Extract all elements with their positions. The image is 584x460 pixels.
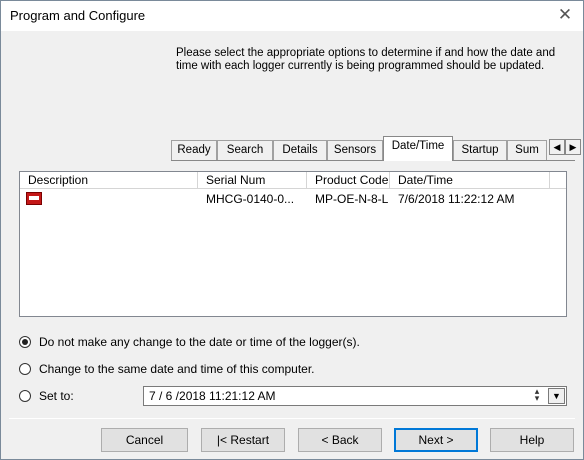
- cell-product-code: MP-OE-N-8-L: [315, 192, 389, 206]
- spin-icon[interactable]: ▴ ▾: [530, 387, 544, 404]
- tab-scroll-right-icon[interactable]: ▶: [565, 139, 581, 155]
- option-same-as-computer-label: Change to the same date and time of this…: [39, 362, 315, 376]
- set-to-datetime-picker[interactable]: 7 / 6 /2018 11:21:12 AM ▴ ▾ ▼: [143, 386, 567, 406]
- program-configure-dialog: Program and Configure ✕ Please select th…: [0, 0, 584, 460]
- column-product-code[interactable]: Product Code: [307, 172, 390, 189]
- separator: [9, 418, 575, 419]
- option-set-to-label: Set to:: [39, 389, 74, 403]
- chevron-down-icon[interactable]: ▼: [548, 388, 565, 404]
- next-button[interactable]: Next >: [394, 428, 478, 452]
- list-header: Description Serial Num Product Code Date…: [20, 172, 566, 189]
- radio-set-to[interactable]: [19, 390, 31, 402]
- column-serial-num[interactable]: Serial Num: [198, 172, 307, 189]
- cancel-button[interactable]: Cancel: [101, 428, 188, 452]
- tab-sensors[interactable]: Sensors: [327, 140, 383, 160]
- title-bar: Program and Configure ✕: [1, 1, 583, 31]
- tab-search[interactable]: Search: [217, 140, 273, 160]
- instructions-text: Please select the appropriate options to…: [176, 47, 556, 72]
- column-description[interactable]: Description: [20, 172, 198, 189]
- window-title: Program and Configure: [10, 8, 146, 23]
- back-button[interactable]: < Back: [298, 428, 382, 452]
- tab-summary[interactable]: Sum: [507, 140, 547, 160]
- tab-details[interactable]: Details: [273, 140, 327, 160]
- option-no-change-label: Do not make any change to the date or ti…: [39, 335, 360, 349]
- cell-date-time: 7/6/2018 11:22:12 AM: [398, 192, 515, 206]
- radio-same-as-computer[interactable]: [19, 363, 31, 375]
- close-icon[interactable]: ✕: [555, 5, 575, 25]
- table-row[interactable]: MHCG-0140-0... MP-OE-N-8-L 7/6/2018 11:2…: [20, 190, 566, 208]
- restart-button[interactable]: |< Restart: [201, 428, 285, 452]
- column-date-time[interactable]: Date/Time: [390, 172, 550, 189]
- tab-startup[interactable]: Startup: [453, 140, 507, 160]
- logger-list[interactable]: Description Serial Num Product Code Date…: [19, 171, 567, 317]
- tab-scroll-left-icon[interactable]: ◀: [549, 139, 565, 155]
- help-button[interactable]: Help: [490, 428, 574, 452]
- cell-serial-num: MHCG-0140-0...: [206, 192, 295, 206]
- radio-no-change[interactable]: [19, 336, 31, 348]
- tab-divider: [171, 160, 575, 161]
- cell-description: [20, 190, 198, 208]
- tab-ready[interactable]: Ready: [171, 140, 217, 160]
- set-to-datetime-value: 7 / 6 /2018 11:21:12 AM: [149, 389, 276, 403]
- tab-date-time[interactable]: Date/Time: [383, 136, 453, 161]
